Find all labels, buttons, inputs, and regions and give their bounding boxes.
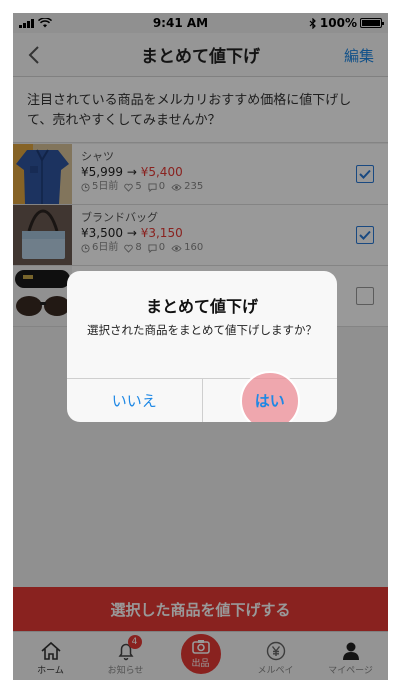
confirm-dialog: まとめて値下げ 選択された商品をまとめて値下げしますか？ いいえ はい [67,271,337,422]
dialog-cancel-button[interactable]: いいえ [67,379,202,422]
phone-screen: 9:41 AM 100% まとめて値下げ 編集 注目されている商品をメルカリおす… [13,13,388,680]
dialog-title: まとめて値下げ [145,297,258,316]
dialog-message: 選択された商品をまとめて値下げしますか？ [87,323,317,337]
confirm-label: はい [254,392,285,410]
cancel-label: いいえ [111,392,157,410]
dialog-confirm-button[interactable]: はい [201,370,338,422]
dialog-buttons: いいえ はい [67,370,338,422]
